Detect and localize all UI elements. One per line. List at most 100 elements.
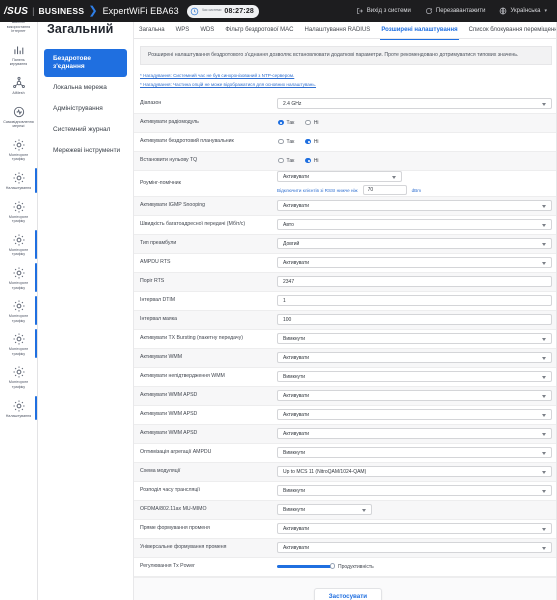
radio-label: Ні xyxy=(313,138,319,145)
rail-item-7[interactable]: Моніторинг трафіку xyxy=(0,228,37,261)
rail-item-label: Моніторинг трафіку xyxy=(8,280,29,290)
radio-dot[interactable] xyxy=(305,157,311,164)
slider-knob[interactable] xyxy=(329,563,335,569)
rail-item-11[interactable]: Моніторинг трафіку xyxy=(0,360,37,393)
dropdown[interactable]: Авто xyxy=(277,219,552,230)
note-link-1[interactable]: * Нагадування: Частина опцій не може від… xyxy=(140,82,557,88)
text-input[interactable] xyxy=(277,276,552,287)
radio-option[interactable]: Ні xyxy=(305,119,319,126)
rssi-threshold-label: Відключити клієнтів зі RSSI нижче ніж xyxy=(277,187,358,193)
rail-item-label: AiMesh xyxy=(12,90,25,95)
tab-3[interactable]: Фільтр бездротової MAC xyxy=(224,24,294,36)
dropdown[interactable]: Активувати xyxy=(277,200,552,211)
reboot-button[interactable]: Перезавантажити xyxy=(425,7,485,15)
dropdown[interactable]: Up to MCS 11 (NitroQAM/1024-QAM) xyxy=(277,466,552,477)
note-link-0[interactable]: * Нагадування: Системний час не був синх… xyxy=(140,73,557,79)
radio-label: Так xyxy=(286,138,295,145)
dropdown[interactable]: Вимкнути xyxy=(277,485,552,496)
dropdown[interactable]: Вимкнути xyxy=(277,333,552,344)
dropdown[interactable]: 2.4 GHz xyxy=(277,98,552,109)
dropdown[interactable]: Активувати xyxy=(277,171,402,182)
main-pane: /SUS | BUSINESS ❯ ExpertWiFi EBA63 Час с… xyxy=(0,0,557,600)
dropdown[interactable]: Вимкнути xyxy=(277,504,372,515)
dropdown[interactable]: Активувати xyxy=(277,523,552,534)
gear-icon xyxy=(12,200,26,214)
rail-item-8[interactable]: Моніторинг трафіку xyxy=(0,261,37,294)
settings-row: Активувати TX Bursting (пакетну передачу… xyxy=(134,330,557,349)
dropdown[interactable]: Активувати xyxy=(277,542,552,553)
apply-button[interactable]: Застосувати xyxy=(313,587,383,600)
row-label: Інтервал маяка xyxy=(140,316,177,322)
radio-dot[interactable] xyxy=(305,119,311,126)
row-control: Активувати xyxy=(277,428,552,439)
dropdown[interactable]: Активувати xyxy=(277,257,552,268)
logout-button[interactable]: Вихід з системи xyxy=(356,7,411,15)
rail-item-9[interactable]: Моніторинг трафіку xyxy=(0,294,37,327)
rail-item-12[interactable]: Налаштування xyxy=(0,394,37,423)
rail-item-6[interactable]: Моніторинг трафіку xyxy=(0,195,37,228)
rail-item-4[interactable]: Моніторинг трафіку xyxy=(0,133,37,166)
settings-row: OFDMA/802.11ax MU-MIMO Вимкнути xyxy=(134,500,557,520)
rail-item-10[interactable]: Моніторинг трафіку xyxy=(0,327,37,360)
rail-item-label: Шаблон використання Інтернет xyxy=(6,20,31,34)
radio-option[interactable]: Так xyxy=(278,139,294,145)
subnav-item-4[interactable]: Мережеві інструменти xyxy=(44,141,127,161)
text-input[interactable] xyxy=(277,295,552,306)
tab-6[interactable]: Список блокування переміщення xyxy=(468,24,557,36)
radio-label: Ні xyxy=(313,157,319,164)
settings-row: Розподіл часу трансляції Вимкнути xyxy=(134,482,557,501)
radio-dot[interactable] xyxy=(278,157,284,164)
radio-dot[interactable] xyxy=(278,119,284,126)
row-label: Активувати TX Bursting (пакетну передачу… xyxy=(140,335,243,341)
row-label: Встановити нульову TQ xyxy=(140,157,198,163)
dropdown[interactable]: Вимкнути xyxy=(277,447,552,458)
dropdown-value: Активувати xyxy=(283,202,310,209)
tab-2[interactable]: WDS xyxy=(199,24,215,36)
radio-dot[interactable] xyxy=(305,138,311,145)
radio-option[interactable]: Ні xyxy=(305,138,319,145)
dropdown[interactable]: Активувати xyxy=(277,409,552,420)
dropdown[interactable]: Активувати xyxy=(277,428,552,439)
rail-item-1[interactable]: Панель керування xyxy=(0,38,37,71)
rssi-unit-label: dBm xyxy=(411,187,422,193)
tab-4[interactable]: Налаштування RADIUS xyxy=(304,24,372,36)
tab-5[interactable]: Розширені налаштування xyxy=(380,24,459,40)
row-label: Діапазон xyxy=(140,100,162,106)
dropdown-value: Активувати xyxy=(283,173,310,180)
gear-icon xyxy=(12,171,26,185)
model-name: ExpertWiFi EBA63 xyxy=(102,6,179,16)
rail-item-5[interactable]: Налаштування xyxy=(0,166,37,195)
row-label: Поріг RTS xyxy=(140,278,165,284)
text-input[interactable] xyxy=(277,314,552,325)
dropdown[interactable]: Активувати xyxy=(277,390,552,401)
rail-item-2[interactable]: AiMesh xyxy=(0,71,37,100)
row-control: Вимкнути xyxy=(277,485,552,496)
subnav-item-0[interactable]: Бездротове з'єднання xyxy=(44,49,127,77)
subnav-item-1[interactable]: Локальна мережа xyxy=(44,78,127,98)
tab-strip: Загальна WPS WDS Фільтр бездротової MAC Нала… xyxy=(134,22,557,40)
subnav-item-3[interactable]: Системний журнал xyxy=(44,120,127,140)
subnav-title: Загальний xyxy=(47,22,114,36)
dropdown[interactable]: Активувати xyxy=(277,352,552,363)
active-indicator xyxy=(34,262,37,293)
radio-dot[interactable] xyxy=(278,138,284,145)
notes-list: * Нагадування: Системний час не був синх… xyxy=(140,73,557,88)
settings-row: Активувати WMM APSD Активувати xyxy=(134,406,557,425)
radio-option[interactable]: Так xyxy=(278,120,294,126)
dropdown-value: Вимкнути xyxy=(283,506,306,513)
radio-option[interactable]: Так xyxy=(278,158,294,164)
rail-item-3[interactable]: Самовідновлення мережі xyxy=(0,100,37,133)
rssi-threshold-input[interactable] xyxy=(362,185,407,195)
business-label: BUSINESS xyxy=(38,6,85,16)
row-control xyxy=(277,314,552,325)
top-bar: /SUS | BUSINESS ❯ ExpertWiFi EBA63 Час с… xyxy=(0,0,557,22)
tab-1[interactable]: WPS xyxy=(175,24,191,36)
dropdown[interactable]: Вимкнути xyxy=(277,371,552,382)
subnav-item-2[interactable]: Адміністрування xyxy=(44,99,127,119)
tab-0[interactable]: Загальна xyxy=(138,24,166,36)
settings-content: Розширені налаштування бездротового з'єд… xyxy=(134,39,557,600)
radio-option[interactable]: Ні xyxy=(305,157,319,164)
dropdown[interactable]: Довгий xyxy=(277,238,552,249)
tx-power-slider[interactable] xyxy=(277,563,335,570)
language-selector[interactable]: Українська ▾ xyxy=(499,7,547,15)
